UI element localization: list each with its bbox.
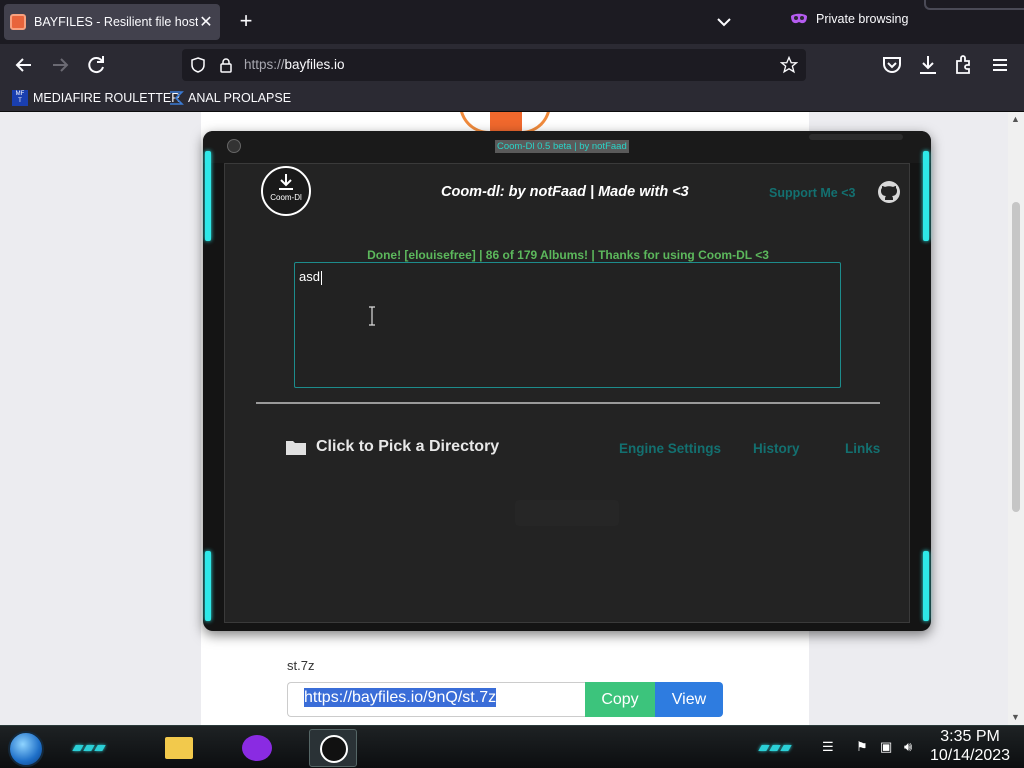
coom-titlebar[interactable]: Coom-Dl 0.5 beta | by notFaad [203, 131, 931, 163]
page-scrollbar[interactable]: ▲ ▼ [1008, 112, 1024, 725]
private-browsing-indicator: Private browsing [790, 12, 908, 26]
bayfiles-favicon-icon [10, 14, 26, 30]
action-center-flag-icon[interactable]: ⚑ [856, 739, 868, 755]
coom-logo: Coom-Dl [261, 166, 311, 216]
new-tab-button[interactable]: + [232, 8, 260, 36]
menu-hamburger-icon[interactable] [988, 53, 1012, 77]
start-button[interactable] [8, 731, 44, 767]
sigma-icon [170, 91, 184, 105]
private-mask-icon [791, 13, 807, 24]
tab-bayfiles[interactable]: BAYFILES - Resilient file hosting ✕ [4, 4, 220, 40]
private-mask-icon [242, 735, 272, 761]
coom-dl-icon [320, 735, 348, 763]
taskbar-firefox-private[interactable] [232, 729, 280, 767]
taskbar-coom-dl[interactable] [309, 729, 357, 767]
scroll-up-icon[interactable]: ▲ [1011, 114, 1020, 124]
view-button[interactable]: View [655, 682, 723, 717]
pick-directory-label: Click to Pick a Directory [316, 438, 500, 455]
taskbar: ☰ ⚑ ▣ 🔊︎ 3:35 PM 10/14/2023 [0, 725, 1024, 768]
coom-logo-text: Coom-Dl [270, 193, 302, 202]
right-accent-bottom [923, 551, 929, 621]
show-hidden-icons[interactable]: ☰ [822, 739, 834, 755]
pick-directory-button[interactable]: Click to Pick a Directory [286, 438, 499, 456]
network-icon[interactable]: ▣ [880, 739, 892, 755]
left-accent-top [205, 151, 211, 241]
extensions-icon[interactable] [952, 53, 976, 77]
tab-close-icon[interactable]: ✕ [198, 12, 214, 32]
system-clock[interactable]: 3:35 PM 10/14/2023 [930, 727, 1010, 765]
bookmark-mediafire[interactable]: MF T MEDIAFIRE ROULETTER [12, 90, 180, 106]
github-icon[interactable] [877, 180, 901, 204]
titlebar-notch [809, 134, 903, 140]
download-link-input[interactable]: https://bayfiles.io/9nQ/st.7z [287, 682, 585, 717]
history-link[interactable]: History [753, 441, 800, 456]
navigation-bar: https://bayfiles.io [0, 44, 1024, 86]
chevron-down-icon[interactable] [712, 10, 736, 34]
taskbar-accent-right [758, 738, 804, 751]
links-link[interactable]: Links [845, 441, 880, 456]
pocket-icon[interactable] [880, 53, 904, 77]
download-arrow-icon [279, 174, 293, 190]
url-text[interactable]: https://bayfiles.io [244, 57, 345, 72]
bookmark-label: ANAL PROLAPSE [188, 91, 292, 105]
coom-main-panel: Coom-Dl Coom-dl: by notFaad | Made with … [224, 163, 910, 623]
forward-arrow-icon[interactable] [48, 53, 72, 77]
shield-icon[interactable] [190, 57, 206, 73]
window-close-icon[interactable] [227, 139, 241, 153]
file-name: st.7z [287, 658, 315, 673]
bookmarks-bar: MF T MEDIAFIRE ROULETTER ANAL PROLAPSE [0, 86, 1024, 112]
ibeam-cursor-icon [369, 306, 375, 326]
private-browsing-label: Private browsing [816, 12, 909, 26]
download-status: Done! [elouisefree] | 86 of 179 Albums! … [367, 248, 769, 262]
support-me-link[interactable]: Support Me <3 [769, 186, 855, 200]
scroll-thumb[interactable] [1012, 202, 1020, 512]
mediafire-icon: MF T [12, 90, 28, 106]
coom-window-title: Coom-Dl 0.5 beta | by notFaad [495, 140, 629, 153]
right-accent-top [923, 151, 929, 241]
text-caret [320, 270, 322, 285]
url-protocol: https:// [244, 57, 285, 72]
left-accent-bottom [205, 551, 211, 621]
star-bookmark-icon[interactable] [780, 56, 798, 74]
lock-icon[interactable] [218, 57, 234, 73]
reload-icon[interactable] [84, 53, 108, 77]
folder-icon [286, 441, 306, 455]
taskbar-explorer[interactable] [155, 729, 203, 767]
coom-dl-window: Coom-Dl 0.5 beta | by notFaad Coom-Dl Co… [203, 131, 931, 631]
url-textarea[interactable]: asd [294, 262, 841, 388]
engine-settings-link[interactable]: Engine Settings [619, 441, 721, 456]
folder-icon [165, 737, 193, 759]
url-bar[interactable]: https://bayfiles.io [182, 49, 806, 81]
section-divider [256, 402, 880, 404]
download-icon[interactable] [916, 53, 940, 77]
coom-header: Coom-dl: by notFaad | Made with <3 [441, 184, 689, 200]
url-textarea-value: asd [299, 269, 320, 284]
bookmark-label: MEDIAFIRE ROULETTER [33, 91, 181, 105]
bookmark-second[interactable]: ANAL PROLAPSE [168, 90, 291, 106]
back-arrow-icon[interactable] [12, 53, 36, 77]
clock-time: 3:35 PM [940, 728, 1000, 745]
clock-date: 10/14/2023 [930, 747, 1011, 764]
volume-icon[interactable]: 🔊︎ [904, 739, 912, 755]
copy-button[interactable]: Copy [585, 682, 655, 717]
taskbar-accent-left [72, 738, 118, 751]
window-controls-strip [924, 0, 1024, 10]
scroll-down-icon[interactable]: ▼ [1011, 712, 1020, 722]
tab-bar: BAYFILES - Resilient file hosting ✕ + Pr… [0, 0, 1024, 44]
tab-title: BAYFILES - Resilient file hosting [34, 15, 198, 29]
download-button-hidden[interactable] [515, 500, 619, 526]
url-host: bayfiles.io [284, 57, 345, 72]
download-link-text: https://bayfiles.io/9nQ/st.7z [304, 688, 497, 707]
